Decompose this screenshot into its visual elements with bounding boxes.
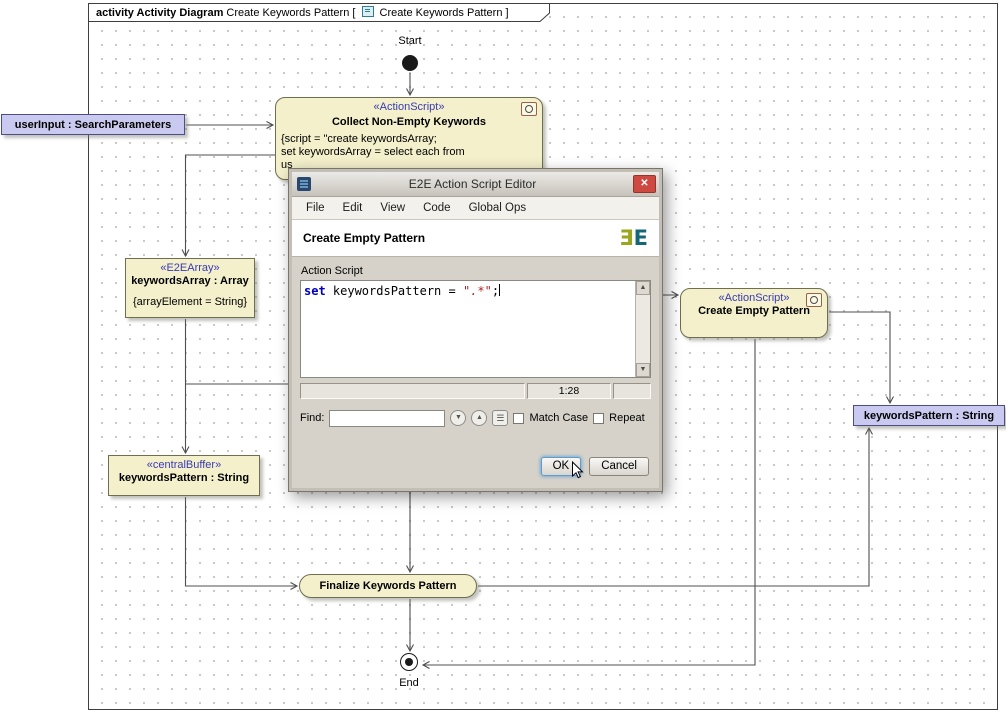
e2e-logo-left: Ǝ [619,226,633,250]
repeat-label: Repeat [609,412,644,424]
code-keyword: set [304,284,326,298]
frame-kind-label: activity Activity Diagram [96,7,223,19]
menu-edit[interactable]: Edit [334,202,372,214]
keywords-array-stereotype: «E2EArray» [126,262,254,274]
create-empty-title: Create Empty Pattern [681,305,827,318]
dialog-menubar: File Edit View Code Global Ops [292,197,659,220]
script-code: set keywordsPattern = ".*"; [304,284,632,298]
end-node-label: End [394,677,424,689]
action-script-badge-icon [806,293,822,307]
match-case-label: Match Case [529,412,588,424]
script-name-label: Create Empty Pattern [303,231,425,245]
activity-final-node[interactable] [400,653,418,671]
start-node-label: Start [388,35,432,47]
central-buffer-stereotype: «centralBuffer» [109,459,259,471]
status-extra-cell [613,383,651,399]
code-string: ".*" [463,284,492,298]
uml-editor-screen: activity Activity Diagram Create Keyword… [0,0,1006,718]
finalize-title: Finalize Keywords Pattern [300,575,476,598]
code-text: keywordsPattern = [326,284,463,298]
code-tail: ; [492,284,499,298]
find-next-icon[interactable]: ▼ [450,410,466,426]
collect-stereotype: «ActionScript» [276,101,542,113]
close-icon[interactable]: ✕ [633,175,656,193]
script-editor[interactable]: set keywordsPattern = ".*"; ▲ ▼ [300,280,651,378]
dialog-buttons: OK Cancel [300,457,651,476]
action-create-empty-pattern[interactable]: «ActionScript» Create Empty Pattern [680,288,828,338]
frame-context-label: Create Keywords Pattern ] [377,7,509,19]
script-line: {script = "create keywordsArray; [281,133,537,146]
dialog-header: Create Empty Pattern ƎE [292,220,659,257]
find-previous-icon[interactable]: ▲ [471,410,487,426]
dialog-title: E2E Action Script Editor [312,177,633,191]
menu-global-ops[interactable]: Global Ops [460,202,536,214]
e2e-logo-right: E [634,226,648,250]
keywords-array-detail: {arrayElement = String} [126,296,254,308]
frame-header-text: activity Activity Diagram Create Keyword… [88,3,550,19]
central-buffer-title: keywordsPattern : String [109,472,259,485]
find-bar: Find: ▼ ▲ ☰ Match Case Repeat [300,409,651,427]
initial-node[interactable] [402,55,418,71]
script-line: set keywordsArray = select each from [281,146,537,159]
caret-position-cell: 1:28 [527,383,611,399]
status-message-cell [300,383,525,399]
menu-view[interactable]: View [371,202,414,214]
node-keywords-array[interactable]: «E2EArray» keywordsArray : Array {arrayE… [125,258,255,318]
dialog-titlebar[interactable]: E2E Action Script Editor ✕ [292,172,659,197]
action-script-badge-icon [521,102,537,116]
editor-scrollbar[interactable]: ▲ ▼ [635,281,650,377]
activity-final-dot [405,658,413,666]
collect-script: {script = "create keywordsArray; set key… [276,133,542,172]
activity-diagram-icon [362,6,374,17]
cancel-button[interactable]: Cancel [589,457,649,476]
find-input[interactable] [329,410,445,427]
menu-file[interactable]: File [297,202,334,214]
find-options-icon[interactable]: ☰ [492,410,508,426]
action-script-label: Action Script [301,265,650,277]
collect-title: Collect Non-Empty Keywords [276,116,542,129]
menu-code[interactable]: Code [414,202,460,214]
dialog-body: Action Script set keywordsPattern = ".*"… [292,257,659,488]
editor-statusbar: 1:28 [300,383,651,399]
mouse-cursor [571,461,584,480]
dialog-icon [296,176,312,192]
match-case-checkbox[interactable] [513,413,524,424]
diagram-frame-header: activity Activity Diagram Create Keyword… [88,3,550,22]
frame-name-label: Create Keywords Pattern [ [223,7,355,19]
object-node-user-input[interactable]: userInput : SearchParameters [1,114,185,135]
text-caret [499,284,500,296]
repeat-checkbox[interactable] [593,413,604,424]
action-script-editor-dialog: E2E Action Script Editor ✕ File Edit Vie… [288,168,663,492]
keywords-array-title: keywordsArray : Array [126,275,254,288]
scroll-down-icon[interactable]: ▼ [636,363,650,377]
scroll-up-icon[interactable]: ▲ [636,281,650,295]
e2e-logo: ƎE [619,228,648,249]
central-buffer-node[interactable]: «centralBuffer» keywordsPattern : String [108,455,260,496]
find-label: Find: [300,412,324,424]
action-finalize-keywords-pattern[interactable]: Finalize Keywords Pattern [299,574,477,598]
object-node-keywords-pattern[interactable]: keywordsPattern : String [853,405,1005,426]
